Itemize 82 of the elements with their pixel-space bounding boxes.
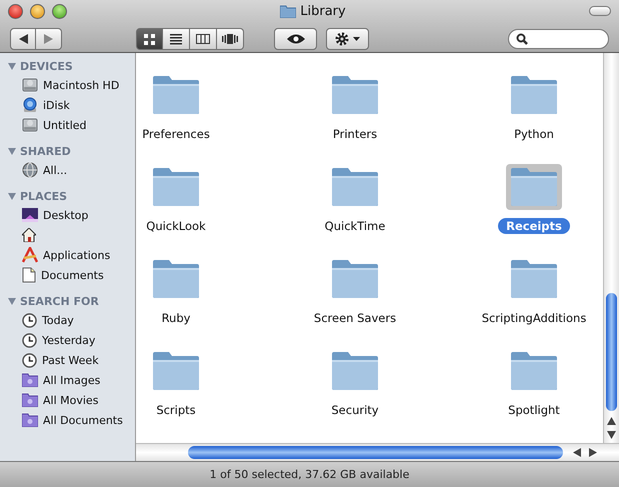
file-name[interactable]: Preferences [136, 126, 218, 142]
view-mode-button[interactable] [217, 28, 244, 50]
document-icon [22, 267, 36, 283]
sidebar-item[interactable]: All Images [43, 374, 100, 386]
right-triangle-icon [44, 34, 53, 44]
sidebar-item[interactable]: iDisk [43, 98, 70, 112]
sidebar-item[interactable]: All... [43, 164, 68, 176]
scroll-thumb[interactable] [606, 293, 617, 411]
network-globe-icon [22, 162, 38, 178]
sidebar-heading: SHARED [20, 145, 71, 158]
file-name[interactable]: Receipts [498, 218, 570, 234]
file-name[interactable]: Screen Savers [306, 310, 404, 326]
sidebar-item[interactable]: Today [42, 314, 74, 326]
sidebar-heading: SEARCH FOR [20, 295, 99, 308]
action-menu-button[interactable] [326, 28, 369, 50]
smart-folder-icon [22, 373, 38, 387]
search-icon [516, 33, 528, 45]
eye-icon [286, 34, 304, 44]
clock-icon [22, 312, 37, 328]
scroll-thumb[interactable] [188, 446, 563, 459]
file-name[interactable]: QuickTime [316, 218, 394, 234]
search-field[interactable] [508, 29, 609, 49]
icon-view-icon [144, 34, 155, 44]
close-button[interactable] [8, 4, 23, 18]
folder-icon [280, 4, 296, 18]
desktop-icon [22, 208, 38, 222]
disclosure-triangle-icon[interactable] [8, 148, 16, 155]
sidebar-item[interactable]: Macintosh HD [43, 78, 120, 92]
horizontal-scrollbar[interactable] [136, 443, 619, 461]
clock-icon [22, 352, 37, 368]
view-mode-button[interactable] [190, 28, 217, 50]
back-button[interactable] [10, 28, 36, 50]
sidebar-item[interactable]: All Movies [43, 394, 98, 406]
hard-drive-icon [22, 117, 38, 133]
gear-icon [335, 32, 349, 46]
minimize-button[interactable] [30, 4, 45, 18]
sidebar-item[interactable]: Past Week [42, 354, 99, 366]
scroll-down-arrow-icon[interactable] [607, 431, 616, 439]
sidebar-item[interactable]: Yesterday [42, 334, 96, 346]
sidebar-item[interactable]: Applications [43, 248, 110, 262]
sidebar-item[interactable]: All Documents [43, 414, 123, 426]
file-name[interactable]: Ruby [154, 310, 198, 326]
caret-icon [353, 37, 360, 41]
folder-icon[interactable] [506, 164, 562, 210]
smart-folder-icon [22, 413, 38, 427]
file-name[interactable]: Security [323, 402, 387, 418]
scroll-up-arrow-icon[interactable] [607, 417, 616, 425]
sidebar-heading: DEVICES [20, 60, 73, 73]
column-view-icon [196, 34, 210, 44]
scroll-left-arrow-icon[interactable] [573, 448, 581, 457]
quick-look-button[interactable] [274, 28, 317, 50]
file-name[interactable]: Python [506, 126, 562, 142]
zoom-button[interactable] [52, 4, 67, 18]
hard-drive-icon [22, 77, 38, 93]
file-name[interactable]: Spotlight [500, 402, 568, 418]
smart-folder-icon [22, 393, 38, 407]
file-name[interactable]: Printers [324, 126, 386, 142]
vertical-scrollbar[interactable] [603, 53, 619, 443]
file-name[interactable]: QuickLook [138, 218, 214, 234]
view-mode-button[interactable] [163, 28, 190, 50]
toolbar-toggle-button[interactable] [589, 6, 611, 16]
status-text: 1 of 50 selected, 37.62 GB available [210, 468, 410, 481]
forward-button[interactable] [36, 28, 62, 50]
window-title: Library [300, 4, 346, 18]
disclosure-triangle-icon[interactable] [8, 193, 16, 200]
sidebar-item[interactable]: Desktop [43, 208, 88, 222]
file-name[interactable]: ScriptingAdditions [474, 310, 594, 326]
file-name[interactable]: Scripts [148, 402, 204, 418]
disclosure-triangle-icon[interactable] [8, 63, 16, 70]
sidebar-item[interactable]: Documents [41, 268, 104, 282]
cover-flow-icon [222, 34, 238, 44]
view-mode-button[interactable] [136, 28, 163, 50]
scroll-right-arrow-icon[interactable] [589, 448, 597, 457]
sidebar-heading: PLACES [20, 190, 68, 203]
pencil-ruler-icon [22, 247, 38, 263]
left-triangle-icon [18, 34, 28, 44]
clock-icon [22, 332, 37, 348]
list-view-icon [170, 34, 182, 44]
house-icon [22, 228, 36, 242]
disclosure-triangle-icon[interactable] [8, 298, 16, 305]
sidebar-item[interactable]: Untitled [43, 118, 87, 132]
globe-disk-icon [22, 97, 38, 113]
